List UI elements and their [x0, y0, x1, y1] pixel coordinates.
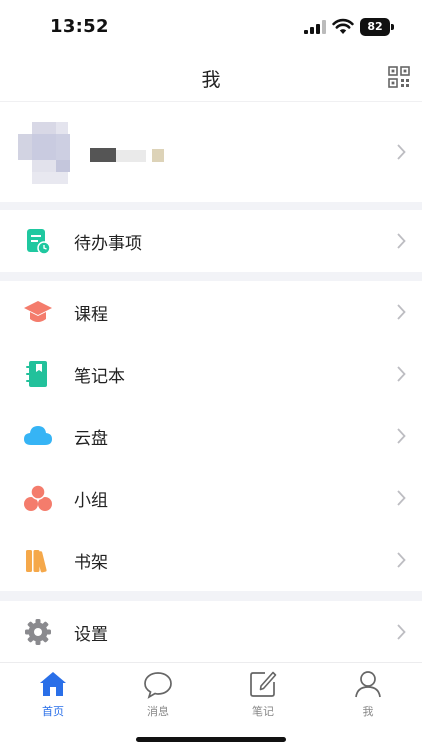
- battery-icon: 82: [360, 18, 394, 36]
- menu-item-label: 书架: [74, 553, 108, 573]
- tab-messages[interactable]: 消息: [118, 669, 198, 719]
- section-divider: [0, 202, 422, 210]
- menu-item-label: 待办事项: [74, 234, 142, 254]
- menu-item-bookshelf[interactable]: 书架: [0, 529, 422, 591]
- cloud-icon: [24, 426, 52, 445]
- home-indicator: [136, 737, 286, 742]
- status-time: 13:52: [50, 16, 109, 37]
- menu-item-label: 小组: [74, 491, 108, 511]
- profile-card[interactable]: [0, 102, 422, 202]
- menu-item-todo[interactable]: 待办事项: [0, 210, 422, 272]
- menu-item-course[interactable]: 课程: [0, 281, 422, 343]
- tab-home[interactable]: 首页: [13, 669, 93, 719]
- qr-code-icon[interactable]: [388, 66, 410, 88]
- tab-label: 消息: [147, 705, 169, 718]
- chevron-right-icon: [397, 552, 406, 568]
- page-title: 我: [201, 69, 221, 91]
- chevron-right-icon: [397, 304, 406, 320]
- menu-item-notebook[interactable]: 笔记本: [0, 343, 422, 405]
- tab-label: 我: [362, 705, 374, 718]
- group-icon: [24, 484, 52, 511]
- navigation-bar: 我: [0, 54, 422, 102]
- chevron-right-icon: [397, 366, 406, 382]
- menu-item-cloud-drive[interactable]: 云盘: [0, 405, 422, 467]
- menu-item-settings[interactable]: 设置: [0, 601, 422, 663]
- wifi-icon: [332, 18, 354, 34]
- home-icon: [40, 672, 66, 696]
- gear-icon: [25, 619, 51, 645]
- status-bar: 13:52 82: [0, 0, 422, 54]
- section-divider: [0, 591, 422, 601]
- todo-icon: [27, 229, 51, 255]
- tab-me[interactable]: 我: [328, 669, 408, 719]
- bookshelf-icon: [26, 550, 47, 573]
- course-cap-icon: [24, 301, 52, 322]
- menu-item-label: 设置: [74, 625, 108, 645]
- chevron-right-icon: [397, 428, 406, 444]
- notebook-icon: [26, 361, 47, 387]
- note-edit-icon: [250, 671, 277, 697]
- user-name: [90, 148, 164, 162]
- profile-screen: 13:52 82 我 待办事项 课程 笔记本 云盘 小组 书架 设置 首页 消息…: [0, 0, 422, 750]
- menu-item-label: 笔记本: [74, 367, 125, 387]
- chevron-right-icon: [397, 624, 406, 640]
- cellular-signal-icon: [304, 20, 326, 34]
- tab-label: 笔记: [252, 705, 274, 718]
- battery-level: 82: [360, 18, 390, 36]
- chevron-right-icon: [397, 233, 406, 249]
- message-icon: [144, 672, 172, 699]
- tab-label: 首页: [42, 705, 64, 718]
- menu-item-label: 云盘: [74, 429, 108, 449]
- section-divider: [0, 272, 422, 281]
- chevron-right-icon: [397, 144, 406, 160]
- chevron-right-icon: [397, 490, 406, 506]
- person-icon: [355, 671, 381, 698]
- avatar: [18, 122, 70, 184]
- tab-notes[interactable]: 笔记: [223, 669, 303, 719]
- menu-item-group[interactable]: 小组: [0, 467, 422, 529]
- menu-item-label: 课程: [74, 305, 108, 325]
